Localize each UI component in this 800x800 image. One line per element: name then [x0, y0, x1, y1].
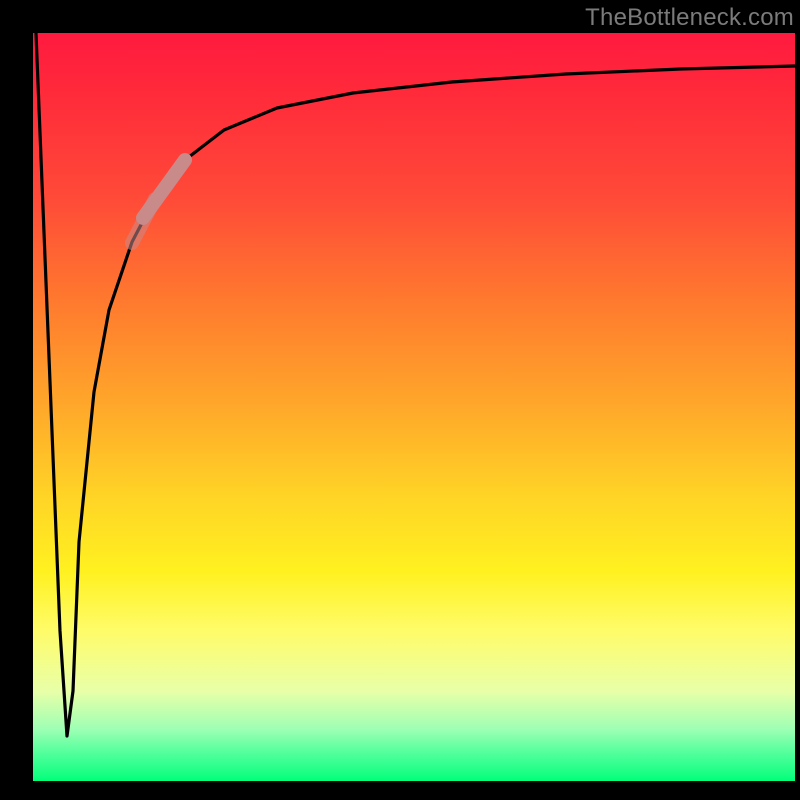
chart-frame: TheBottleneck.com	[0, 0, 800, 800]
bottleneck-curve	[36, 33, 795, 736]
curve-svg	[33, 33, 795, 781]
curve-highlight	[143, 160, 185, 218]
curve-path	[36, 33, 795, 736]
watermark-text: TheBottleneck.com	[585, 4, 794, 32]
plot-area	[33, 33, 795, 781]
